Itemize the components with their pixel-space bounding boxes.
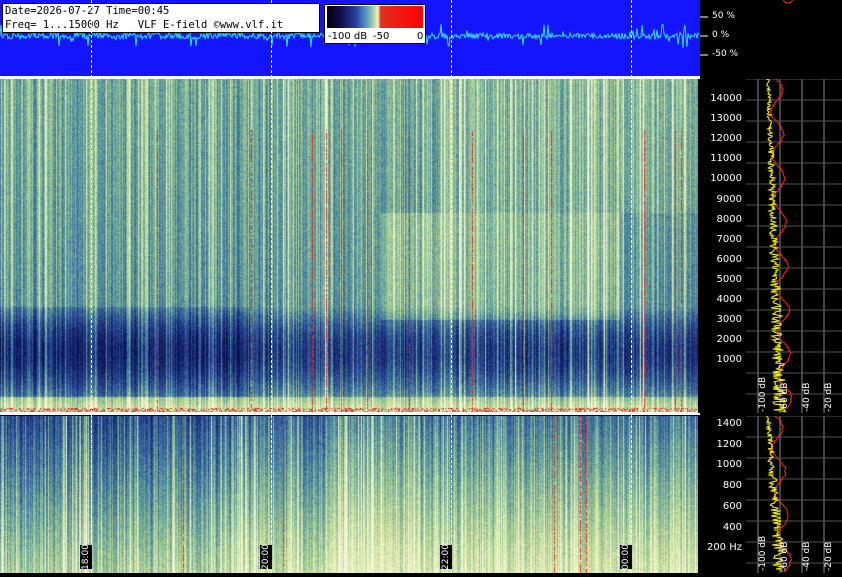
colorbar-min-label: -100 dB	[328, 31, 368, 42]
freq-tick-label: 6000	[716, 253, 742, 265]
db-scale-label: -20 dB	[824, 541, 834, 571]
freq-tick-label: 3000	[716, 314, 742, 326]
freq-tick-label: 7000	[716, 233, 742, 245]
db-scale-label: -40 dB	[802, 382, 812, 412]
freq-tick-label: 200 Hz	[706, 542, 742, 554]
freq-tick-label: 8000	[716, 213, 742, 225]
time-axis-label: 18:00	[80, 544, 92, 570]
time-gridline	[451, 0, 452, 573]
freq-tick-label: 11000	[710, 153, 742, 165]
freq-tick-label: 1000	[716, 459, 742, 471]
spectrum-profile-high	[746, 78, 842, 413]
freq-tick-label: 4000	[716, 294, 742, 305]
waveform-panel: Date=2026-07-27 Time=00:45 Freq= 1...1500…	[0, 0, 700, 76]
time-axis-label: 22:00	[440, 544, 452, 570]
frequency-axis-high: 14000 13000 12000 11000 10000 9000 8000 7000 600…	[698, 79, 746, 413]
time-axis-label: 20:00	[260, 544, 272, 570]
freq-tick-label: 14000	[710, 93, 742, 104]
freq-tick-label: 400	[722, 521, 742, 533]
frequency-axis-low: 1400 1200 1000 800 600 400 200 Hz	[698, 416, 746, 573]
amplitude-label-0: 0 %	[712, 30, 730, 40]
db-scale-label: -100 dB	[758, 376, 768, 412]
freq-tick-label: 12000	[710, 133, 742, 145]
colorbar-legend: -100 dB -50 0	[324, 4, 426, 44]
time-gridline	[631, 0, 632, 573]
spectrogram-high-canvas	[0, 79, 698, 413]
freq-tick-label: 9000	[716, 193, 742, 205]
amplitude-label-minus50: -50 %	[712, 49, 739, 59]
time-gridline	[91, 0, 92, 573]
freq-tick-label: 1400	[716, 418, 742, 429]
db-scale-label: -100 dB	[758, 535, 768, 571]
freq-tick-label: 1000	[716, 354, 742, 366]
freq-tick-label: 600	[722, 500, 742, 512]
band-divider	[0, 412, 700, 415]
freq-tick-label: 800	[722, 480, 742, 492]
freq-tick-label: 1200	[716, 438, 742, 450]
colorbar-max-label: 0	[417, 31, 424, 42]
freq-tick-label: 10000	[710, 173, 742, 185]
db-scale-label: -60 dB	[780, 382, 790, 412]
spectrogram-low-band	[0, 416, 698, 573]
time-axis-label: 00:00	[620, 544, 632, 570]
vlf-spectrogram-window: Date=2026-07-27 Time=00:45 Freq= 1...1500…	[0, 0, 842, 573]
info-box: Date=2026-07-27 Time=00:45 Freq= 1...1500…	[2, 3, 320, 33]
db-scale-label: -60 dB	[780, 541, 790, 571]
freq-tick-label: 2000	[716, 334, 742, 346]
freq-tick-label: 13000	[710, 113, 742, 125]
colorbar-gradient	[327, 6, 423, 28]
freq-tick-label: 5000	[716, 273, 742, 285]
spectrogram-low-canvas	[0, 416, 698, 573]
spectrogram-high-band	[0, 79, 698, 413]
db-scale-label: -20 dB	[824, 382, 834, 412]
db-scale-label: -40 dB	[802, 541, 812, 571]
colorbar-mid-label: -50	[373, 31, 390, 42]
time-gridline	[271, 0, 272, 573]
amplitude-label-50: 50 %	[712, 11, 735, 21]
